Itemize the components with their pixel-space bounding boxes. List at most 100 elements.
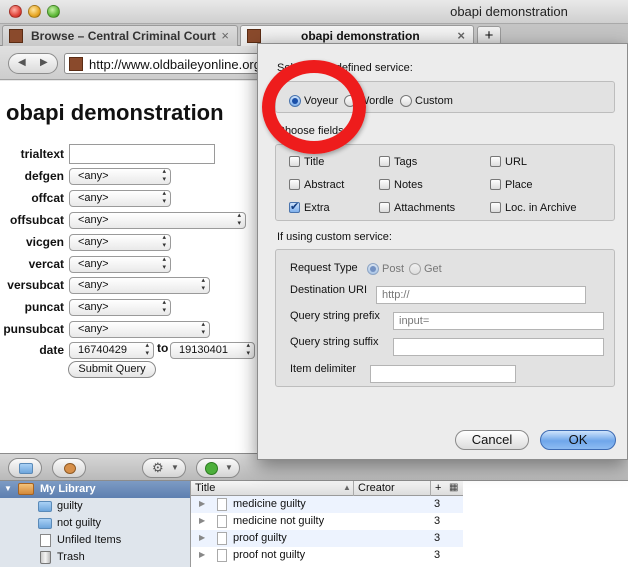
disclosure-triangle-icon[interactable]: ▼ <box>4 484 12 493</box>
request-label-post[interactable]: Post <box>382 263 404 275</box>
library-sidebar: ▼ My Library guilty not guilty Unfiled I… <box>0 481 190 567</box>
sidebar-item-label: My Library <box>40 483 96 495</box>
query-suffix-label: Query string suffix <box>290 336 379 348</box>
request-label-get[interactable]: Get <box>424 263 442 275</box>
date-from-select[interactable]: 16740429 <box>69 342 154 359</box>
table-row[interactable]: ▶ proof not guilty 3 <box>191 547 463 564</box>
request-radio-get[interactable] <box>409 263 421 275</box>
item-delimiter-input[interactable] <box>370 365 516 383</box>
expand-arrow-icon[interactable]: ▶ <box>199 516 205 525</box>
punsubcat-select[interactable]: <any> <box>69 321 210 338</box>
field-checkbox-place[interactable] <box>490 179 501 190</box>
field-label[interactable]: Extra <box>304 202 330 214</box>
puncat-select[interactable]: <any> <box>69 299 171 316</box>
field-checkbox-abstract[interactable] <box>289 179 300 190</box>
service-radio-custom[interactable] <box>400 95 412 107</box>
expand-arrow-icon[interactable]: ▶ <box>199 499 205 508</box>
table-row[interactable]: ▶ medicine guilty 3 <box>191 496 463 513</box>
new-item-button[interactable]: ▼ <box>196 458 240 478</box>
field-label[interactable]: Attachments <box>394 202 455 214</box>
vercat-select[interactable]: <any> <box>69 256 171 273</box>
cancel-button[interactable]: Cancel <box>455 430 529 450</box>
new-collection-button[interactable] <box>8 458 42 478</box>
item-count: 3 <box>434 498 441 510</box>
annotation-highlight-circle <box>262 60 366 154</box>
field-label[interactable]: Tags <box>394 156 417 168</box>
request-radio-post[interactable] <box>367 263 379 275</box>
forward-arrow-icon[interactable]: ▶ <box>40 57 48 68</box>
field-checkbox-attachments[interactable] <box>379 202 390 213</box>
punsubcat-label: punsubcat <box>3 322 64 336</box>
field-checkbox-url[interactable] <box>490 156 501 167</box>
expand-arrow-icon[interactable]: ▶ <box>199 533 205 542</box>
field-label[interactable]: Notes <box>394 179 423 191</box>
folder-icon <box>19 463 33 474</box>
field-label[interactable]: Title <box>304 156 324 168</box>
submit-query-button[interactable]: Submit Query <box>68 361 156 378</box>
folder-icon <box>38 501 52 512</box>
field-label[interactable]: Abstract <box>304 179 344 191</box>
sidebar-item-my-library[interactable]: ▼ My Library <box>0 481 190 498</box>
expand-arrow-icon[interactable]: ▶ <box>199 550 205 559</box>
item-title: proof guilty <box>233 532 287 544</box>
offsubcat-select[interactable]: <any> <box>69 212 246 229</box>
defgen-select[interactable]: <any> <box>69 168 171 185</box>
offcat-select[interactable]: <any> <box>69 190 171 207</box>
date-to-select[interactable]: 19130401 <box>170 342 255 359</box>
query-suffix-input[interactable] <box>393 338 604 356</box>
field-checkbox-extra[interactable] <box>289 200 300 213</box>
tab-browse[interactable]: Browse – Central Criminal Court × <box>2 25 238 46</box>
trialtext-input[interactable] <box>69 144 215 164</box>
sidebar-item-label: Trash <box>57 551 85 563</box>
table-row[interactable]: ▶ medicine not guilty 3 <box>191 513 463 530</box>
column-count[interactable]: + <box>435 482 441 494</box>
document-icon <box>217 515 227 528</box>
document-icon <box>217 498 227 511</box>
folder-icon <box>38 518 52 529</box>
tab-close-icon[interactable]: × <box>457 28 465 43</box>
date-to-label: to <box>157 341 169 355</box>
field-label[interactable]: URL <box>505 156 527 168</box>
table-row[interactable]: ▶ proof guilty 3 <box>191 530 463 547</box>
item-title: medicine guilty <box>233 498 306 510</box>
back-forward-buttons[interactable]: ◀ ▶ <box>8 53 58 74</box>
versubcat-select[interactable]: <any> <box>69 277 210 294</box>
item-count: 3 <box>434 515 441 527</box>
item-title: medicine not guilty <box>233 515 325 527</box>
actions-button[interactable]: ⚙ ▼ <box>142 458 186 478</box>
favicon-icon <box>69 57 83 71</box>
sidebar-item-not-guilty[interactable]: not guilty <box>0 515 190 532</box>
field-checkbox-notes[interactable] <box>379 179 390 190</box>
url-field[interactable]: http://www.oldbaileyonline.org <box>64 53 264 74</box>
tab-close-icon[interactable]: × <box>221 28 229 43</box>
back-arrow-icon[interactable]: ◀ <box>18 57 26 68</box>
field-checkbox-title[interactable] <box>289 156 300 167</box>
field-checkbox-loc-in-archive[interactable] <box>490 202 501 213</box>
vicgen-select[interactable]: <any> <box>69 234 171 251</box>
sidebar-item-unfiled[interactable]: Unfiled Items <box>0 532 190 549</box>
sort-up-icon: ▲ <box>343 483 351 492</box>
vicgen-label: vicgen <box>25 235 64 249</box>
tab-label: Browse – Central Criminal Court <box>31 29 216 43</box>
column-title[interactable]: Title <box>195 482 215 494</box>
field-label[interactable]: Loc. in Archive <box>505 202 577 214</box>
query-prefix-input[interactable]: input= <box>393 312 604 330</box>
field-label[interactable]: Place <box>505 179 533 191</box>
sidebar-item-label: not guilty <box>57 517 102 529</box>
column-picker-icon[interactable]: ▦ <box>449 482 458 493</box>
chevron-down-icon: ▼ <box>225 463 233 472</box>
sidebar-item-trash[interactable]: Trash <box>0 549 190 566</box>
ok-button[interactable]: OK <box>540 430 616 450</box>
destination-uri-label: Destination URI <box>290 284 368 296</box>
url-text: http://www.oldbaileyonline.org <box>89 57 261 72</box>
new-group-button[interactable] <box>52 458 86 478</box>
destination-uri-input[interactable]: http:// <box>376 286 586 304</box>
field-checkbox-tags[interactable] <box>379 156 390 167</box>
column-creator[interactable]: Creator <box>358 482 395 494</box>
sidebar-item-guilty[interactable]: guilty <box>0 498 190 515</box>
tab-label: obapi demonstration <box>301 29 420 43</box>
favicon-icon <box>9 29 23 43</box>
library-icon <box>18 483 34 495</box>
service-label-custom[interactable]: Custom <box>415 95 453 107</box>
items-header: Title ▲ Creator + ▦ <box>191 481 463 496</box>
